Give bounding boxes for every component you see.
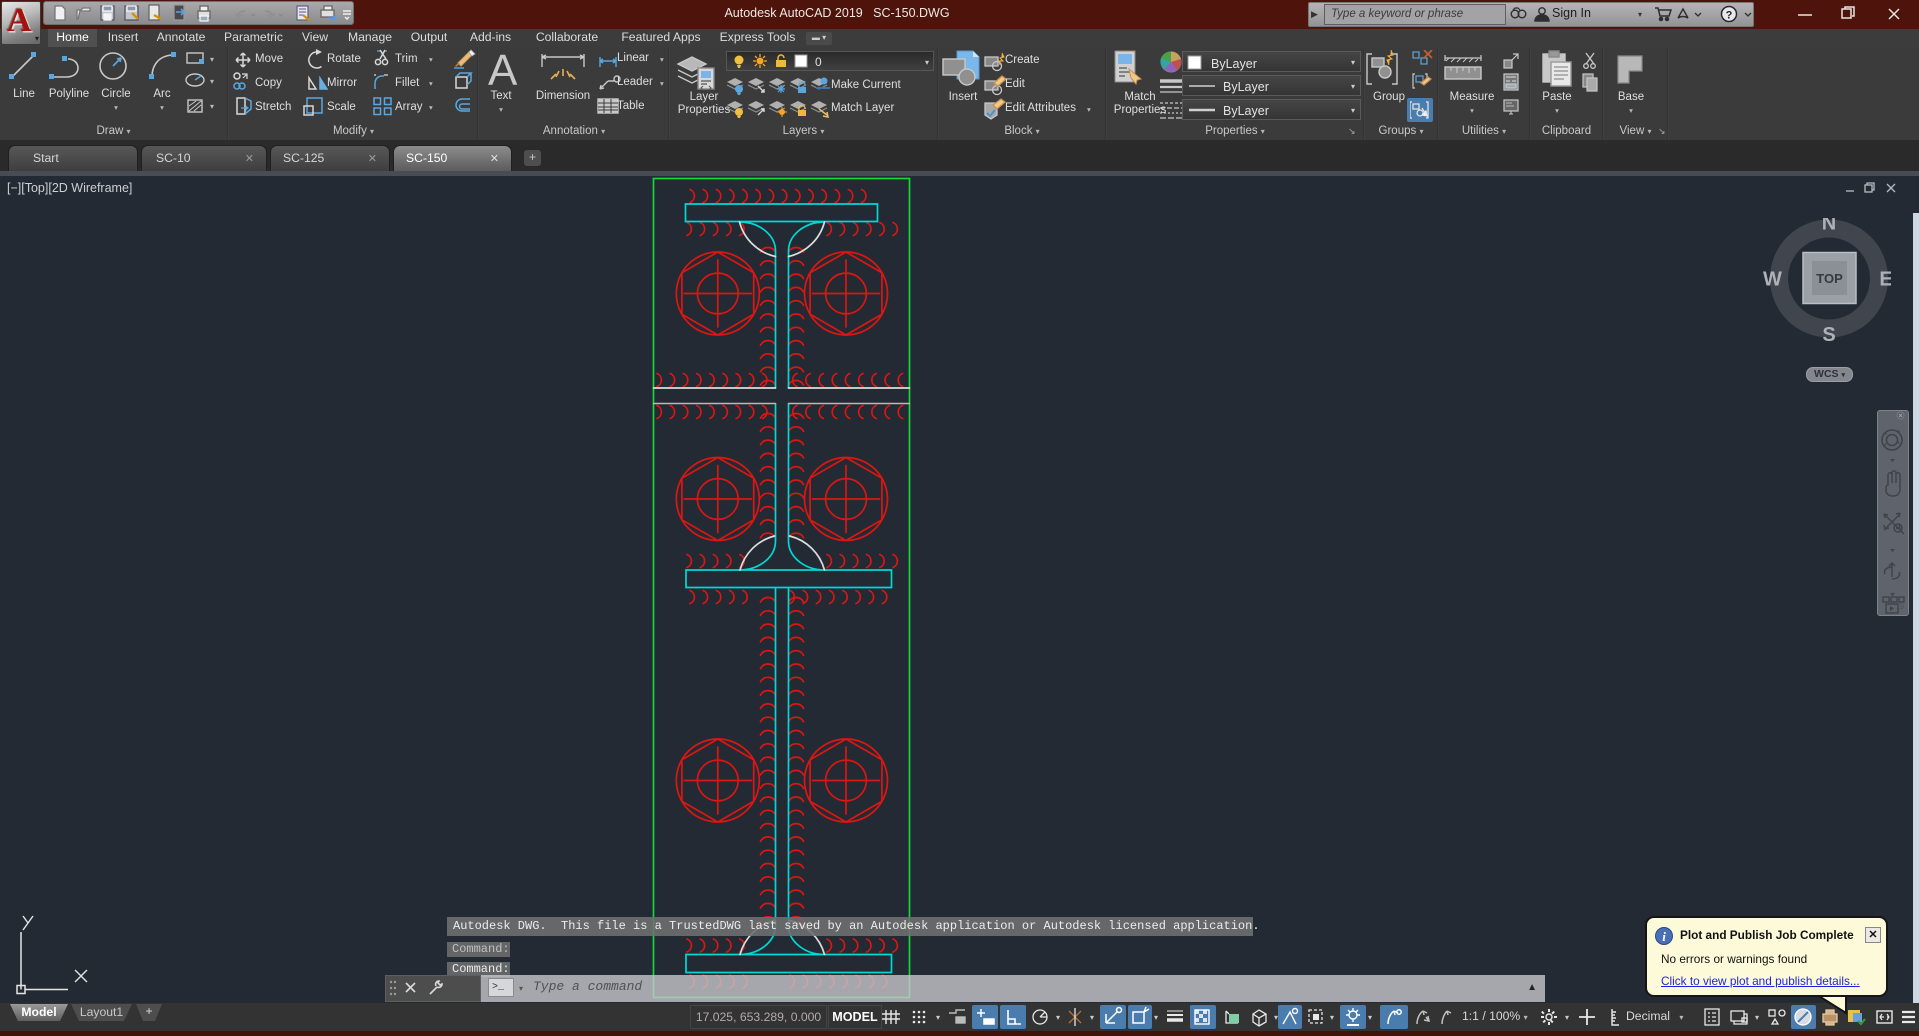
svg-text:E: E: [1879, 269, 1891, 291]
svg-text:i: i: [1662, 929, 1666, 944]
svg-text:N: N: [1822, 218, 1836, 235]
svg-text:TOP: TOP: [1816, 271, 1843, 286]
svg-text:S: S: [1822, 324, 1835, 346]
svg-text:W: W: [1763, 269, 1782, 291]
